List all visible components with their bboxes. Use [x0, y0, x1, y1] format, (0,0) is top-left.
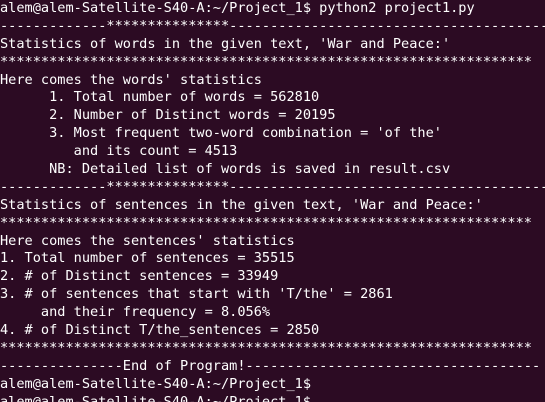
sentences-frequency: and their frequency = 8.056%: [0, 304, 271, 321]
terminal-window[interactable]: alem@alem-Satellite-S40-A:~/Project_1$ p…: [0, 0, 545, 402]
separator-dashes: -------------***************------------…: [0, 17, 545, 34]
words-note: NB: Detailed list of words is saved in r…: [0, 161, 451, 178]
terminal-prompt[interactable]: alem@alem-Satellite-S40-A:~/Project_1$: [0, 394, 545, 402]
words-frequent-count: and its count = 4513: [0, 143, 238, 160]
sentences-stats-heading: Here comes the sentences' statistics: [0, 232, 295, 249]
sentences-start-the: 3. # of sentences that start with 'T/the…: [0, 286, 393, 303]
sentences-distinct: 2. # of Distinct sentences = 33949: [0, 268, 279, 285]
separator-stars: ****************************************…: [0, 53, 532, 70]
terminal-command-line: alem@alem-Satellite-S40-A:~/Project_1$ p…: [0, 0, 475, 16]
words-section-title: Statistics of words in the given text, '…: [0, 35, 451, 52]
words-stats-heading: Here comes the words' statistics: [0, 71, 262, 88]
terminal-prompt[interactable]: alem@alem-Satellite-S40-A:~/Project_1$: [0, 376, 545, 394]
sentences-section-title: Statistics of sentences in the given tex…: [0, 196, 483, 213]
words-distinct: 2. Number of Distinct words = 20195: [0, 107, 336, 124]
sentences-distinct-the: 4. # of Distinct T/the_sentences = 2850: [0, 322, 320, 339]
separator-dashes: -------------***************------------…: [0, 178, 545, 195]
separator-stars: ****************************************…: [0, 214, 532, 231]
sentences-total: 1. Total number of sentences = 35515: [0, 250, 295, 267]
words-frequent-combination: 3. Most frequent two-word combination = …: [0, 125, 442, 142]
end-of-program-banner: ---------------End of Program!----------…: [0, 357, 541, 374]
separator-stars: ****************************************…: [0, 339, 532, 356]
words-total: 1. Total number of words = 562810: [0, 89, 320, 106]
